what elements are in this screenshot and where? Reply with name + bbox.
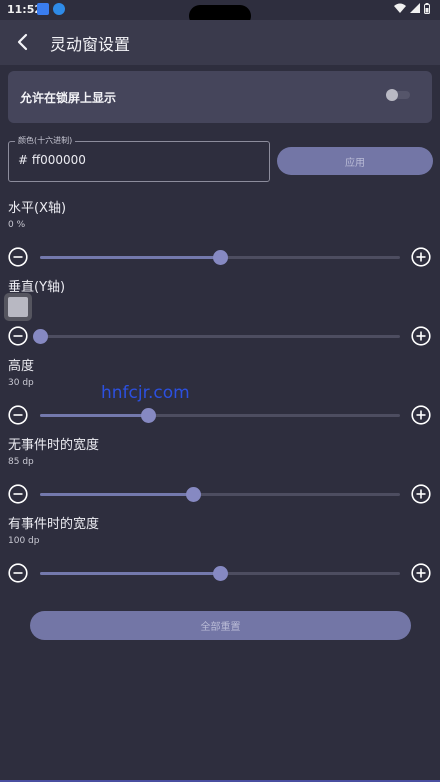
plus-icon[interactable] [411,405,431,425]
minus-icon[interactable] [8,247,28,267]
floating-widget-icon [8,297,28,317]
notification-icon [37,3,49,15]
download-icon [53,3,65,15]
slider-value: 100 dp [8,536,40,546]
lockscreen-card[interactable]: 允许在锁屏上显示 [8,71,432,123]
lockscreen-label: 允许在锁屏上显示 [20,91,117,105]
minus-icon[interactable] [8,405,28,425]
lockscreen-toggle[interactable] [386,89,410,101]
watermark-text: hnfcjr.com [101,383,190,403]
minus-icon[interactable] [8,563,28,583]
slider-label: 无事件时的宽度 [8,438,100,453]
slider-thumb[interactable] [141,408,156,423]
slider-thumb[interactable] [33,329,48,344]
slider-label: 水平(X轴) [8,201,67,216]
app-bar: 灵动窗设置 [0,20,440,65]
color-hex-input[interactable]: # ff000000 [18,153,86,167]
toggle-thumb [386,89,398,101]
plus-icon[interactable] [411,484,431,504]
plus-icon[interactable] [411,326,431,346]
slider-track[interactable] [40,335,400,338]
wifi-icon [394,3,406,13]
slider-fill [40,414,148,417]
signal-icon [410,3,420,13]
slider-label: 有事件时的宽度 [8,517,100,532]
slider-thumb[interactable] [213,566,228,581]
status-bar: 11:52 [0,0,440,27]
slider-value: 85 dp [8,457,34,467]
apply-button[interactable]: 应用 [277,147,433,175]
minus-icon[interactable] [8,326,28,346]
battery-icon [424,3,430,14]
floating-widget[interactable] [4,293,32,321]
arrow-left-icon[interactable] [14,32,32,52]
slider-fill [40,493,193,496]
slider-thumb[interactable] [186,487,201,502]
slider-fill [40,572,220,575]
slider-value: 0 % [8,220,26,230]
plus-icon[interactable] [411,247,431,267]
slider-value: 30 dp [8,378,34,388]
slider-label: 高度 [8,359,35,374]
page-title: 灵动窗设置 [50,35,131,54]
reset-all-button[interactable]: 全部重置 [30,611,411,640]
plus-icon[interactable] [411,563,431,583]
status-right [394,3,430,14]
slider-thumb[interactable] [213,250,228,265]
minus-icon[interactable] [8,484,28,504]
color-field-legend: 颜色(十六进制) [15,135,76,146]
slider-fill [40,256,220,259]
